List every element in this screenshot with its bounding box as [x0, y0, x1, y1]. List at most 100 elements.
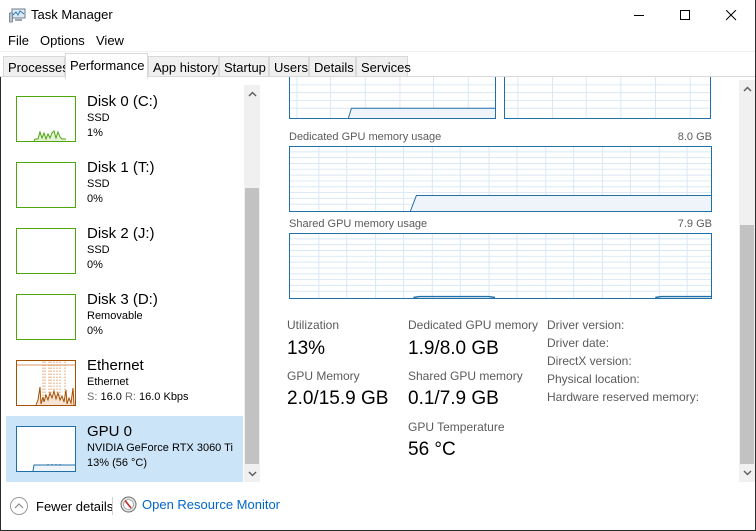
gpu-temperature-value: 56 °C — [408, 439, 456, 460]
tab-performance[interactable]: Performance — [65, 53, 148, 79]
gpu-detail-pane: Dedicated GPU memory usage 8.0 GB Shared… — [260, 77, 755, 482]
window-title: Task Manager — [31, 7, 113, 22]
dedicated-memory-graph-title: Dedicated GPU memory usage — [289, 131, 442, 143]
chevron-up-circle-icon — [10, 497, 28, 515]
shared-memory-value: 0.1/7.9 GB — [408, 388, 499, 409]
receive-value: 16.0 Kbps — [139, 391, 189, 403]
tab-details[interactable]: Details — [309, 56, 356, 78]
resource-type: SSD — [87, 112, 110, 124]
resource-item-ethernet[interactable]: Ethernet Ethernet S: 16.0 R: 16.0 Kbps — [6, 351, 243, 417]
minimize-icon — [633, 15, 644, 16]
hardware-reserved-memory-label: Hardware reserved memory: — [547, 390, 700, 404]
tab-processes[interactable]: Processes — [3, 56, 69, 78]
utilization-label: Utilization — [287, 318, 340, 332]
tab-strip: Processes Performance App history Startu… — [0, 51, 755, 79]
scrollbar-thumb[interactable] — [740, 225, 754, 464]
shared-memory-graph-title: Shared GPU memory usage — [289, 218, 428, 230]
tab-users[interactable]: Users — [269, 56, 309, 78]
scroll-down-button[interactable] — [739, 464, 755, 481]
resource-list-scrollbar[interactable] — [244, 85, 260, 482]
task-manager-window: Task Manager File Options View Processes… — [0, 0, 756, 531]
send-value: 16.0 — [100, 391, 122, 403]
resource-item-disk-3[interactable]: Disk 3 (D:) Removable 0% — [6, 285, 243, 351]
menu-options[interactable]: Options — [40, 33, 85, 48]
resource-name: Disk 2 (J:) — [87, 225, 155, 242]
gpu-memory-value: 2.0/15.9 GB — [287, 388, 389, 409]
resource-usage: 1% — [87, 127, 103, 139]
gpu-memory-label: GPU Memory — [287, 369, 360, 383]
resource-name: Disk 1 (T:) — [87, 159, 155, 176]
engine-graph-left — [289, 77, 496, 119]
footer-bar: Fewer details Open Resource Monitor — [0, 482, 755, 530]
engine-graph-right — [504, 77, 711, 119]
resource-item-disk-2[interactable]: Disk 2 (J:) SSD 0% — [6, 219, 243, 285]
resource-type: SSD — [87, 178, 110, 190]
disk-2-thumbnail-graph — [16, 228, 76, 274]
tab-services[interactable]: Services — [356, 56, 411, 78]
menu-file[interactable]: File — [8, 33, 29, 48]
disk-3-thumbnail-graph — [16, 294, 76, 340]
open-resource-monitor-label: Open Resource Monitor — [142, 497, 281, 512]
resource-type: Removable — [87, 310, 143, 322]
chevron-up-icon — [742, 85, 752, 92]
maximize-icon — [679, 10, 690, 20]
dedicated-memory-label: Dedicated GPU memory — [408, 318, 539, 332]
scrollbar-thumb[interactable] — [245, 188, 259, 464]
tab-startup[interactable]: Startup — [219, 56, 269, 78]
resource-list: Disk 0 (C:) SSD 1% Disk 1 (T:) SSD 0% Di… — [0, 77, 260, 482]
chevron-down-icon — [742, 469, 752, 476]
receive-label: R: — [124, 391, 136, 403]
ethernet-throughput: S: 16.0 R: 16.0 Kbps — [87, 391, 189, 403]
scroll-up-button[interactable] — [739, 80, 755, 97]
task-manager-app-icon — [9, 8, 26, 23]
resource-usage: 0% — [87, 259, 103, 271]
resource-item-disk-1[interactable]: Disk 1 (T:) SSD 0% — [6, 153, 243, 219]
detail-pane-scrollbar[interactable] — [739, 80, 755, 482]
send-label: S: — [87, 391, 98, 403]
ethernet-thumbnail-graph — [16, 360, 76, 406]
resource-type: SSD — [87, 244, 110, 256]
close-icon — [725, 10, 736, 21]
tab-app-history[interactable]: App history — [148, 56, 219, 78]
driver-version-label: Driver version: — [547, 318, 625, 332]
menu-bar: File Options View — [0, 31, 755, 51]
gpu-0-thumbnail-graph — [16, 426, 76, 472]
disk-1-thumbnail-graph — [16, 162, 76, 208]
directx-version-label: DirectX version: — [547, 354, 632, 368]
open-resource-monitor-link[interactable]: Open Resource Monitor — [120, 496, 280, 513]
resource-item-disk-0[interactable]: Disk 0 (C:) SSD 1% — [6, 87, 243, 153]
physical-location-label: Physical location: — [547, 372, 640, 386]
shared-memory-graph-max: 7.9 GB — [677, 218, 712, 230]
scroll-up-button[interactable] — [244, 85, 260, 102]
resource-name: GPU 0 — [87, 423, 133, 440]
resource-name: Ethernet — [87, 357, 144, 374]
resource-type: Ethernet — [87, 376, 129, 388]
close-button[interactable] — [708, 0, 754, 31]
title-bar: Task Manager — [0, 0, 755, 31]
chevron-up-icon — [247, 90, 257, 97]
resource-type: NVIDIA GeForce RTX 3060 Ti — [87, 442, 233, 454]
utilization-value: 13% — [287, 338, 326, 359]
fewer-details-button[interactable]: Fewer details — [10, 496, 113, 516]
maximize-button[interactable] — [662, 0, 708, 31]
fewer-details-label: Fewer details — [36, 498, 114, 514]
minimize-button[interactable] — [616, 0, 662, 31]
menu-view[interactable]: View — [96, 33, 124, 48]
resource-usage: 0% — [87, 325, 103, 337]
resource-name: Disk 0 (C:) — [87, 93, 158, 110]
dedicated-memory-value: 1.9/8.0 GB — [408, 338, 499, 359]
resource-usage: 0% — [87, 193, 103, 205]
gpu-temperature-label: GPU Temperature — [408, 420, 505, 434]
footer-separator — [112, 497, 113, 515]
dedicated-memory-graph-max: 8.0 GB — [677, 131, 712, 143]
resource-usage: 13% (56 °C) — [87, 457, 148, 469]
disk-0-thumbnail-graph — [16, 96, 76, 142]
chevron-down-icon — [247, 470, 257, 477]
shared-memory-graph — [289, 233, 712, 299]
dedicated-memory-graph — [289, 146, 712, 212]
scroll-down-button[interactable] — [244, 465, 260, 482]
shared-memory-label: Shared GPU memory — [408, 369, 523, 383]
resource-item-gpu-0[interactable]: GPU 0 NVIDIA GeForce RTX 3060 Ti 13% (56… — [6, 416, 243, 482]
resource-monitor-icon — [120, 496, 137, 513]
driver-date-label: Driver date: — [547, 336, 610, 350]
